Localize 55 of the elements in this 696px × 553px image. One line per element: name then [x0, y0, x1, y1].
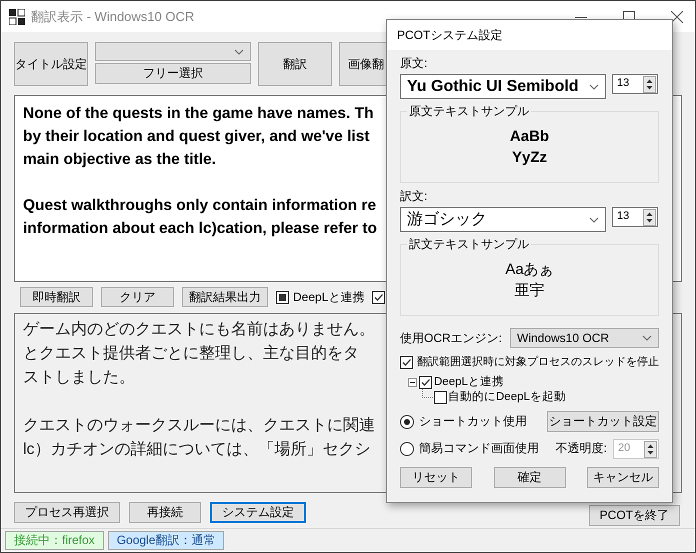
checkbox[interactable]	[419, 376, 432, 389]
sample-text: 亜宇	[514, 281, 544, 301]
translate-button[interactable]: 翻訳	[258, 42, 332, 86]
radio-button[interactable]	[400, 414, 414, 428]
window-title: 翻訳表示 - Windows10 OCR	[31, 8, 194, 26]
field-label: 不透明度:	[556, 441, 607, 456]
footer-button[interactable]: プロセス再選択	[14, 502, 120, 523]
tree-line	[422, 389, 433, 398]
action-button[interactable]: 即時翻訳	[20, 287, 93, 307]
close-icon[interactable]	[671, 10, 683, 22]
chevron-icon	[589, 84, 599, 90]
dialog-button[interactable]: リセット	[400, 467, 472, 488]
title-settings-button[interactable]: タイトル設定	[14, 42, 88, 86]
group-title: 訳文テキストサンプル	[407, 237, 531, 252]
footer-button[interactable]: 再接続	[129, 502, 201, 523]
chevron-icon	[234, 48, 244, 54]
chevron-icon	[642, 335, 652, 341]
collapse-icon[interactable]	[408, 378, 417, 387]
field-label: 使用OCRエンジン:	[400, 330, 502, 346]
tree-item[interactable]: 自動的にDeepLを起動	[448, 390, 566, 405]
footer-button[interactable]: システム設定	[210, 502, 306, 523]
group-title: 原文テキストサンプル	[407, 104, 531, 119]
app-icon	[9, 8, 25, 24]
action-button[interactable]: クリア	[101, 287, 174, 307]
radio-button[interactable]	[400, 442, 414, 456]
checkbox[interactable]	[276, 290, 289, 304]
sample-text: AaBb	[510, 127, 550, 147]
size-spinner[interactable]: 13	[612, 74, 658, 94]
checkbox[interactable]	[400, 356, 413, 368]
checkbox[interactable]	[372, 290, 386, 304]
free-select-button[interactable]: フリー選択	[95, 63, 251, 84]
field-label: 訳文:	[400, 189, 428, 204]
font-dropdown[interactable]: 游ゴシック	[400, 207, 606, 232]
font-dropdown[interactable]: Yu Gothic UI Semibold	[400, 74, 606, 99]
ocr-engine-dropdown[interactable]: Windows10 OCR	[510, 328, 659, 348]
spin-arrows-icon[interactable]	[643, 76, 656, 93]
action-button[interactable]: 翻訳結果出力	[182, 287, 268, 307]
size-spinner[interactable]: 13	[612, 207, 658, 227]
sample-text: YyZz	[512, 148, 547, 168]
checkbox[interactable]	[434, 391, 447, 404]
spin-arrows-icon[interactable]	[643, 209, 656, 226]
radio-label: 簡易コマンド画面使用	[419, 441, 539, 456]
sample-text: Aaあぁ	[505, 260, 554, 280]
radio-label: ショートカット使用	[419, 414, 527, 429]
tree-item[interactable]: DeepLと連携	[434, 375, 504, 390]
chevron-icon	[589, 216, 599, 222]
exit-button[interactable]: PCOTを終了	[588, 505, 680, 526]
checkbox-label: DeepLと連携	[293, 288, 364, 306]
status-item: 接続中：firefox	[5, 531, 104, 550]
dialog-title: PCOTシステム設定	[397, 26, 502, 44]
shortcut-settings-button[interactable]: ショートカット設定	[547, 411, 659, 432]
status-item: Google翻訳：通常	[108, 531, 224, 550]
dialog-button[interactable]: 確定	[494, 467, 566, 488]
checkbox-label: 翻訳範囲選択時に対象プロセスのスレッドを停止	[417, 354, 659, 370]
dialog-button[interactable]: キャンセル	[587, 467, 659, 488]
